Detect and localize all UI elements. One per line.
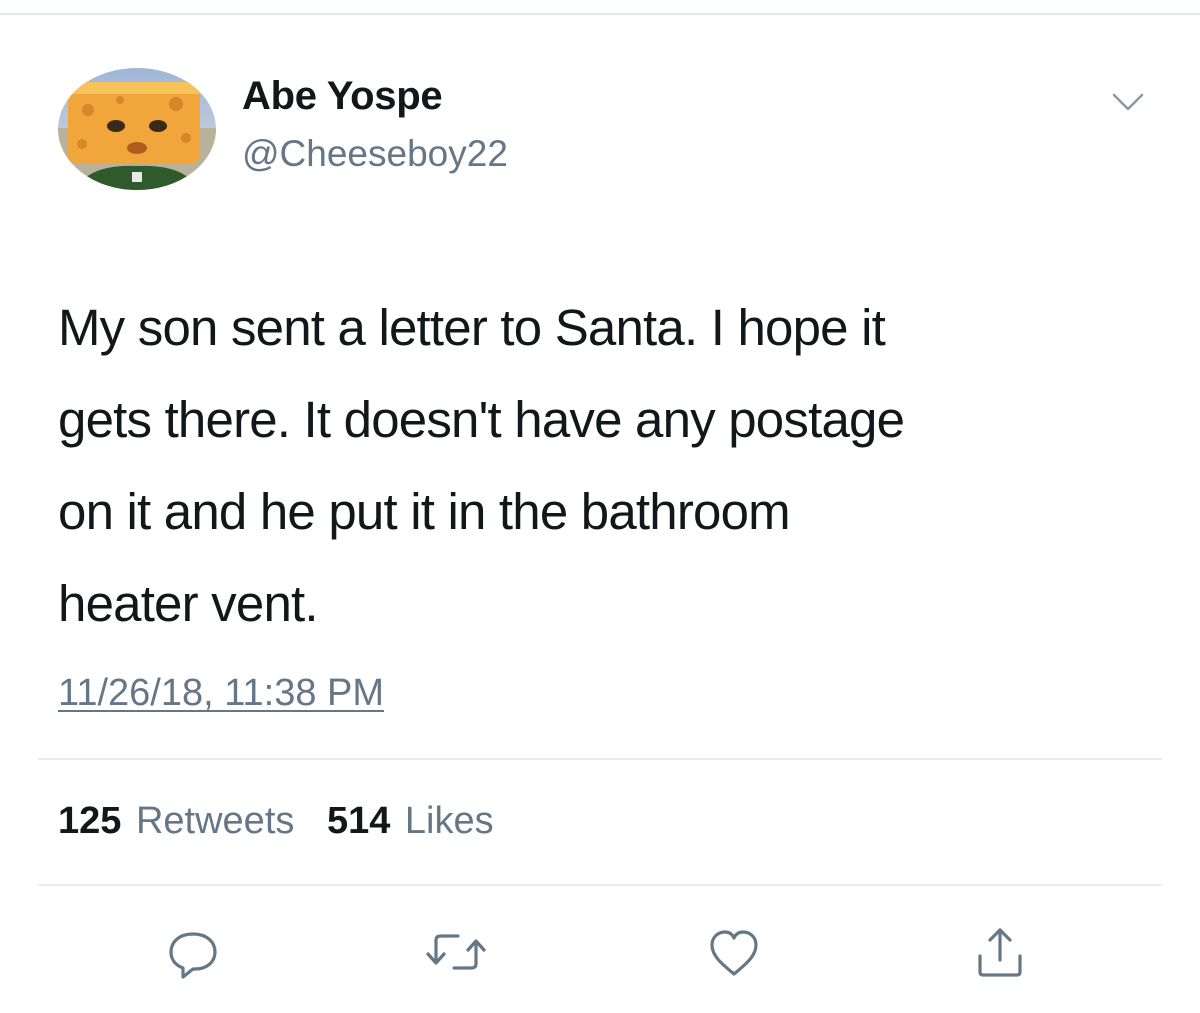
- likes-label: Likes: [404, 800, 494, 842]
- avatar[interactable]: [58, 68, 216, 190]
- tweet-stats: 125 Retweets 514 Likes: [58, 800, 516, 843]
- tweet-timestamp[interactable]: 11/26/18, 11:38 PM: [58, 672, 384, 715]
- divider: [38, 758, 1162, 760]
- divider: [38, 884, 1162, 886]
- display-name[interactable]: Abe Yospe: [242, 74, 443, 119]
- avatar-image: [58, 68, 216, 190]
- chevron-down-icon[interactable]: [1110, 90, 1146, 114]
- reply-button[interactable]: [161, 920, 225, 984]
- share-icon: [978, 928, 1022, 977]
- retweet-button[interactable]: [424, 920, 488, 984]
- tweet-text: My son sent a letter to Santa. I hope it…: [58, 299, 905, 632]
- heart-icon: [710, 930, 758, 976]
- retweet-icon: [426, 934, 486, 970]
- likes-count: 514: [326, 800, 391, 842]
- like-button[interactable]: [702, 920, 766, 984]
- user-handle[interactable]: @Cheeseboy22: [242, 133, 508, 175]
- retweets-label: Retweets: [135, 800, 295, 842]
- reply-icon: [169, 932, 217, 979]
- tweet-card: Abe Yospe @Cheeseboy22 My son sent a let…: [0, 0, 1200, 1013]
- likes-stat[interactable]: 514 Likes: [327, 800, 494, 843]
- retweets-count: 125: [58, 800, 122, 842]
- retweets-stat[interactable]: 125 Retweets: [58, 800, 294, 843]
- share-button[interactable]: [968, 920, 1032, 984]
